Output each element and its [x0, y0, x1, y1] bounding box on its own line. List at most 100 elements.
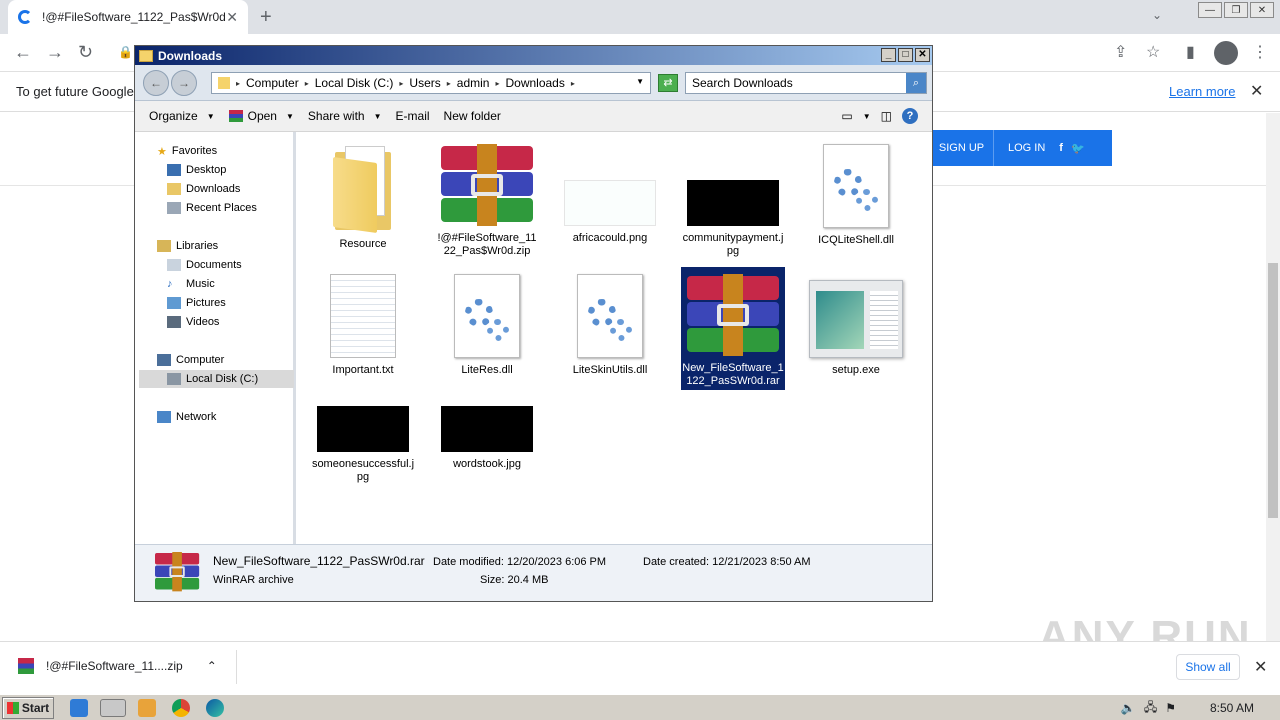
internet-explorer-icon[interactable] [70, 699, 88, 717]
download-item[interactable]: !@#FileSoftware_11....zip ⌃ [18, 658, 217, 674]
start-label: Start [21, 701, 50, 715]
file-item[interactable]: !@#FileSoftware_1122_Pas$Wr0d.zip [435, 144, 539, 258]
nav-pictures[interactable]: Pictures [167, 294, 226, 312]
reload-icon[interactable]: ↻ [78, 42, 93, 63]
new-tab-button[interactable]: + [260, 6, 272, 29]
nav-documents[interactable]: Documents [167, 256, 242, 274]
refresh-button[interactable]: ⇄ [658, 74, 678, 92]
file-item[interactable]: wordstook.jpg [435, 370, 539, 471]
address-bar[interactable]: ▸ Computer ▸ Local Disk (C:) ▸ Users ▸ a… [211, 72, 651, 94]
address-dropdown-icon[interactable]: ▼ [636, 77, 644, 86]
nav-computer[interactable]: Computer [157, 351, 224, 369]
twitter-icon[interactable]: 🐦 [1071, 142, 1085, 155]
chevron-up-icon[interactable]: ⌃ [207, 659, 217, 673]
file-item[interactable]: Important.txt [311, 274, 415, 377]
show-all-button[interactable]: Show all [1176, 654, 1240, 680]
explorer-back-button[interactable]: ← [143, 70, 169, 96]
nav-libraries[interactable]: Libraries [157, 237, 218, 255]
explorer-close-button[interactable]: ✕ [915, 48, 930, 62]
nav-recent-places[interactable]: Recent Places [167, 199, 257, 217]
flag-tray-icon[interactable]: ⚑ [1165, 701, 1176, 715]
view-controls: ▭ ▼ ◫ ? [841, 108, 918, 124]
browser-tab[interactable]: !@#FileSoftware_1122_Pas$Wr0d ✕ [8, 0, 248, 34]
share-with-menu[interactable]: Share with ▼ [308, 109, 382, 123]
breadcrumb-users[interactable]: Users [409, 76, 440, 90]
file-item[interactable]: ICQLiteShell.dll [804, 144, 908, 247]
new-folder-button[interactable]: New folder [444, 109, 501, 123]
downloads-close-icon[interactable]: ✕ [1254, 657, 1267, 677]
pictures-icon [167, 297, 181, 309]
search-input[interactable]: Search Downloads ⌕ [685, 72, 927, 94]
explorer-maximize-button[interactable]: □ [898, 48, 913, 62]
minimize-button[interactable]: — [1198, 2, 1222, 18]
nav-libraries-label: Libraries [176, 240, 219, 252]
file-item[interactable]: Resource [311, 144, 415, 251]
file-name: New_FileSoftware_1122_PasSWr0d.rar [682, 362, 784, 387]
media-player-icon[interactable] [138, 699, 156, 717]
close-window-button[interactable]: ✕ [1250, 2, 1274, 18]
start-button[interactable]: Start [2, 697, 54, 719]
forward-arrow-icon[interactable]: → [46, 42, 64, 63]
file-item[interactable]: LiteRes.dll [435, 274, 539, 377]
details-date-created: Date created: 12/21/2023 8:50 AM [643, 556, 811, 568]
nav-favorites[interactable]: ★ Favorites [157, 142, 217, 160]
nav-music[interactable]: ♪ Music [167, 275, 215, 293]
preview-pane-icon[interactable]: ◫ [881, 109, 892, 123]
clock[interactable]: 8:50 AM [1210, 701, 1254, 715]
profile-avatar[interactable] [1214, 41, 1238, 65]
scrollbar-thumb[interactable] [1268, 263, 1278, 518]
downloads-divider [236, 650, 237, 684]
menu-kebab-icon[interactable]: ⋮ [1252, 42, 1268, 62]
text-file-icon [330, 274, 396, 358]
nav-local-disk[interactable]: Local Disk (C:) [167, 370, 258, 388]
nav-downloads[interactable]: Downloads [167, 180, 240, 198]
social-links: f 🐦 [1059, 142, 1084, 155]
view-mode-icon[interactable]: ▭ [841, 109, 852, 123]
file-item[interactable]: communitypayment.jpg [681, 144, 785, 258]
bookmark-star-icon[interactable]: ☆ [1146, 42, 1160, 62]
back-arrow-icon[interactable]: ← [14, 42, 32, 63]
breadcrumb-computer[interactable]: Computer [246, 76, 299, 90]
explorer-minimize-button[interactable]: _ [881, 48, 896, 62]
explorer-forward-button[interactable]: → [171, 70, 197, 96]
side-panel-icon[interactable]: ▮ [1186, 42, 1195, 62]
star-icon: ★ [157, 145, 167, 158]
share-icon[interactable]: ⇪ [1114, 42, 1127, 62]
view-dropdown-icon[interactable]: ▼ [863, 112, 871, 121]
info-bar-message: To get future Google [16, 84, 134, 99]
file-item[interactable]: africacould.png [558, 144, 662, 245]
facebook-icon[interactable]: f [1059, 142, 1063, 155]
nav-network[interactable]: Network [157, 408, 216, 426]
organize-menu[interactable]: Organize ▼ [149, 109, 215, 123]
chrome-icon[interactable] [172, 699, 190, 717]
learn-more-link[interactable]: Learn more [1169, 84, 1235, 99]
file-name: setup.exe [832, 364, 880, 376]
network-tray-icon[interactable]: 🖧 [1144, 698, 1157, 719]
tab-search-chevron-icon[interactable]: ⌄ [1152, 8, 1162, 22]
winrar-archive-icon [687, 274, 779, 356]
info-bar-close-icon[interactable]: ✕ [1250, 81, 1263, 101]
breadcrumb-local-disk[interactable]: Local Disk (C:) [315, 76, 394, 90]
explorer-taskbar-icon[interactable] [100, 699, 126, 717]
sign-up-button[interactable]: SIGN UP [930, 130, 994, 166]
nav-desktop[interactable]: Desktop [167, 161, 226, 179]
breadcrumb-admin[interactable]: admin [457, 76, 490, 90]
volume-icon[interactable]: 🔈 [1121, 701, 1136, 715]
file-item[interactable]: LiteSkinUtils.dll [558, 274, 662, 377]
close-tab-icon[interactable]: ✕ [226, 9, 238, 26]
file-item[interactable]: someonesuccessful.jpg [311, 370, 415, 484]
help-icon[interactable]: ? [902, 108, 918, 124]
search-icon[interactable]: ⌕ [906, 73, 926, 93]
log-in-button[interactable]: LOG IN [994, 142, 1045, 154]
file-item-selected[interactable]: New_FileSoftware_1122_PasSWr0d.rar [681, 267, 785, 390]
explorer-titlebar[interactable]: Downloads _ □ ✕ [135, 46, 932, 65]
breadcrumb-downloads[interactable]: Downloads [505, 76, 564, 90]
open-menu[interactable]: Open ▼ [228, 109, 294, 123]
file-item[interactable]: setup.exe [804, 274, 908, 377]
email-button[interactable]: E-mail [396, 109, 430, 123]
page-scrollbar[interactable] [1266, 113, 1280, 641]
edge-icon[interactable] [206, 699, 224, 717]
nav-videos[interactable]: Videos [167, 313, 219, 331]
restore-button[interactable]: ❐ [1224, 2, 1248, 18]
windows-flag-icon [6, 702, 19, 714]
